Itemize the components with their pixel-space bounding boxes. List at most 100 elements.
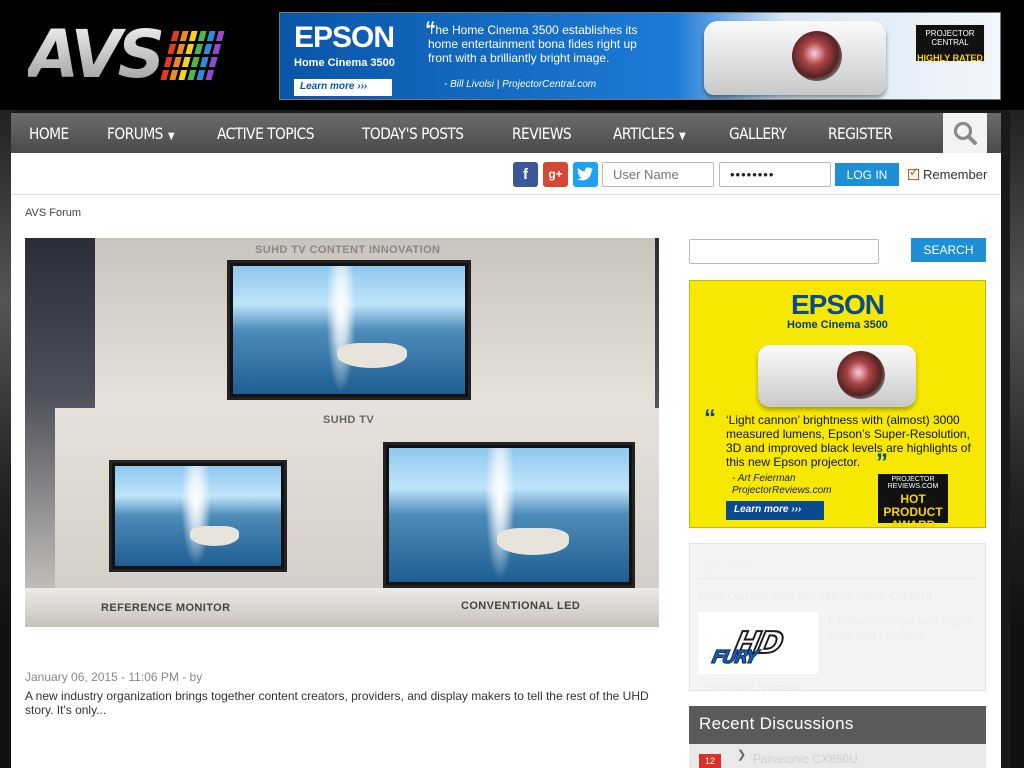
logo-bar (160, 69, 170, 80)
award-top-text: PROJECTOR REVIEWS.COM (887, 476, 939, 490)
ad-brand: EPSON (294, 21, 395, 54)
logo-bar (182, 56, 191, 67)
sponsors-footer[interactable]: Find More Sponsors (704, 682, 803, 690)
username-input[interactable] (602, 162, 714, 187)
side-ad-model: Home Cinema 3500 (787, 319, 888, 331)
nav-item-articles[interactable]: Articles ▼ (612, 123, 686, 143)
projector-lens-image (837, 351, 885, 399)
ad-quote: The Home Cinema 3500 establishes its hom… (428, 23, 638, 65)
nav-label: Home (29, 123, 69, 143)
tv-screen (389, 448, 629, 582)
sidebar-ad[interactable]: EPSON Home Cinema 3500 “ ‘Light cannon’ … (689, 280, 986, 528)
tv-boat (337, 342, 407, 369)
side-ad-learn-more-button[interactable]: Learn more ››› (726, 501, 824, 520)
chevron-down-icon[interactable]: ❯ (737, 748, 746, 761)
logo-bar (164, 56, 173, 67)
suhd-tv-image (227, 260, 471, 400)
quote-mark-icon: “ (704, 405, 716, 432)
recent-discussion-item[interactable]: 12 ❯ Panasonic CX850U (689, 744, 986, 768)
logo-bar (169, 69, 179, 80)
search-icon (953, 121, 977, 145)
hero-top-caption: SUHD TV CONTENT INNOVATION (255, 244, 441, 256)
checkbox-icon[interactable] (908, 165, 919, 180)
projector-lens-image (792, 31, 842, 81)
tv-sun (325, 266, 356, 394)
remember-label: Remember (923, 167, 988, 182)
logo-bar (205, 69, 215, 80)
logo-bar (185, 43, 195, 54)
nav-label: Reviews (512, 123, 572, 143)
conventional-led-caption: CONVENTIONAL LED (461, 600, 581, 612)
ad-attribution: - Bill Livolsi | ProjectorCentral.com (444, 79, 597, 90)
award-bottom-text: HOT PRODUCT AWARD (883, 492, 943, 528)
conventional-led-image (383, 442, 635, 588)
login-button[interactable]: LOG IN (835, 163, 899, 186)
hdfury-logo[interactable]: HD FURY (698, 612, 818, 674)
tv-sun (485, 448, 515, 582)
google-plus-icon[interactable]: g+ (543, 162, 568, 187)
tv-screen (115, 466, 281, 566)
facebook-icon[interactable]: f (513, 162, 538, 187)
background-right (1010, 100, 1024, 768)
nav-label: Forums (107, 123, 164, 143)
nav-item-home[interactable]: Home (29, 124, 69, 143)
logo-bar (187, 69, 197, 80)
sponsors-box: Sponsors Stay current with our latest ne… (689, 543, 986, 691)
caret-down-icon: ▼ (168, 130, 175, 142)
nav-item-gallery[interactable]: Gallery (729, 124, 787, 143)
sidebar-search-input[interactable] (689, 239, 879, 264)
badge-bottom-text: HIGHLY RATED (917, 53, 983, 63)
main-nav: Home Forums ▼ Active Topics Today's Posts Rev… (11, 113, 1001, 153)
suhd-label: SUHD TV (323, 414, 375, 426)
logo-bar (167, 43, 177, 54)
logo-bars-icon (160, 30, 225, 80)
nav-item-today-s-posts[interactable]: Today's Posts (362, 124, 464, 143)
nav-item-forums[interactable]: Forums ▼ (107, 123, 175, 143)
login-bar: f g+ LOG IN Remember (11, 153, 1001, 195)
breadcrumb[interactable]: AVS Forum (25, 207, 81, 219)
side-ad-site: ProjectorReviews.com (732, 485, 832, 496)
hero-image[interactable]: SUHD TV CONTENT INNOVATION SUHD TV REFER… (25, 238, 659, 627)
post-excerpt: A new industry organization brings toget… (25, 689, 649, 717)
quote-close-icon: ” (876, 449, 888, 476)
logo-bar (189, 30, 198, 41)
logo-bar (198, 30, 207, 41)
nav-label: Active Topics (217, 123, 315, 143)
sponsors-text: Intuitive, reliable and highly regarded … (828, 614, 973, 642)
nav-item-register[interactable]: Register (827, 123, 893, 143)
top-banner-ad[interactable]: EPSON Home Cinema 3500 Learn more ››› “ … (279, 12, 1001, 100)
tv-boat (189, 526, 240, 546)
avs-logo[interactable]: AVS (28, 16, 225, 93)
nav-item-active-topics[interactable]: Active Topics (217, 124, 314, 143)
tv-sun (181, 466, 212, 566)
logo-bar (209, 56, 218, 67)
highly-rated-badge: PROJECTOR CENTRAL HIGHLY RATED (914, 23, 986, 63)
nav-item-reviews[interactable]: Reviews (512, 123, 572, 143)
reply-count-badge: 12 (699, 754, 721, 768)
sidebar-search-button[interactable]: SEARCH (911, 238, 986, 262)
password-input[interactable] (719, 162, 831, 187)
logo-bar (194, 43, 204, 54)
side-ad-quote: ‘Light cannon’ brightness with (almost) … (726, 413, 971, 469)
nav-label: Articles (612, 123, 675, 143)
nav-label: Register (827, 123, 893, 143)
logo-text: AVS (28, 16, 165, 93)
discussion-title[interactable]: Panasonic CX850U (753, 752, 858, 766)
logo-bar (180, 30, 189, 41)
ad-learn-more-button[interactable]: Learn more ››› (294, 79, 392, 96)
twitter-icon[interactable] (573, 162, 598, 187)
sponsors-title: Sponsors (698, 558, 766, 575)
nav-search-button[interactable] (943, 113, 987, 153)
nav-list: Home Forums ▼ Active Topics Today's Posts Rev… (11, 113, 1001, 153)
site-header: AVS EPSON Home Cinema 3500 Learn more ››… (0, 0, 1024, 110)
remember-me-checkbox[interactable]: Remember (908, 165, 988, 182)
nav-label: Gallery (728, 123, 787, 143)
caret-down-icon: ▼ (678, 130, 686, 142)
sponsors-subtitle: Stay current with our latest news conten… (698, 588, 933, 603)
logo-bar (203, 43, 213, 54)
logo-bar (212, 43, 222, 54)
tv-boat (497, 528, 569, 556)
sponsors-divider (698, 578, 978, 579)
hot-product-award-badge: PROJECTOR REVIEWS.COM HOT PRODUCT AWARD (878, 474, 948, 527)
logo-bar (216, 30, 225, 41)
